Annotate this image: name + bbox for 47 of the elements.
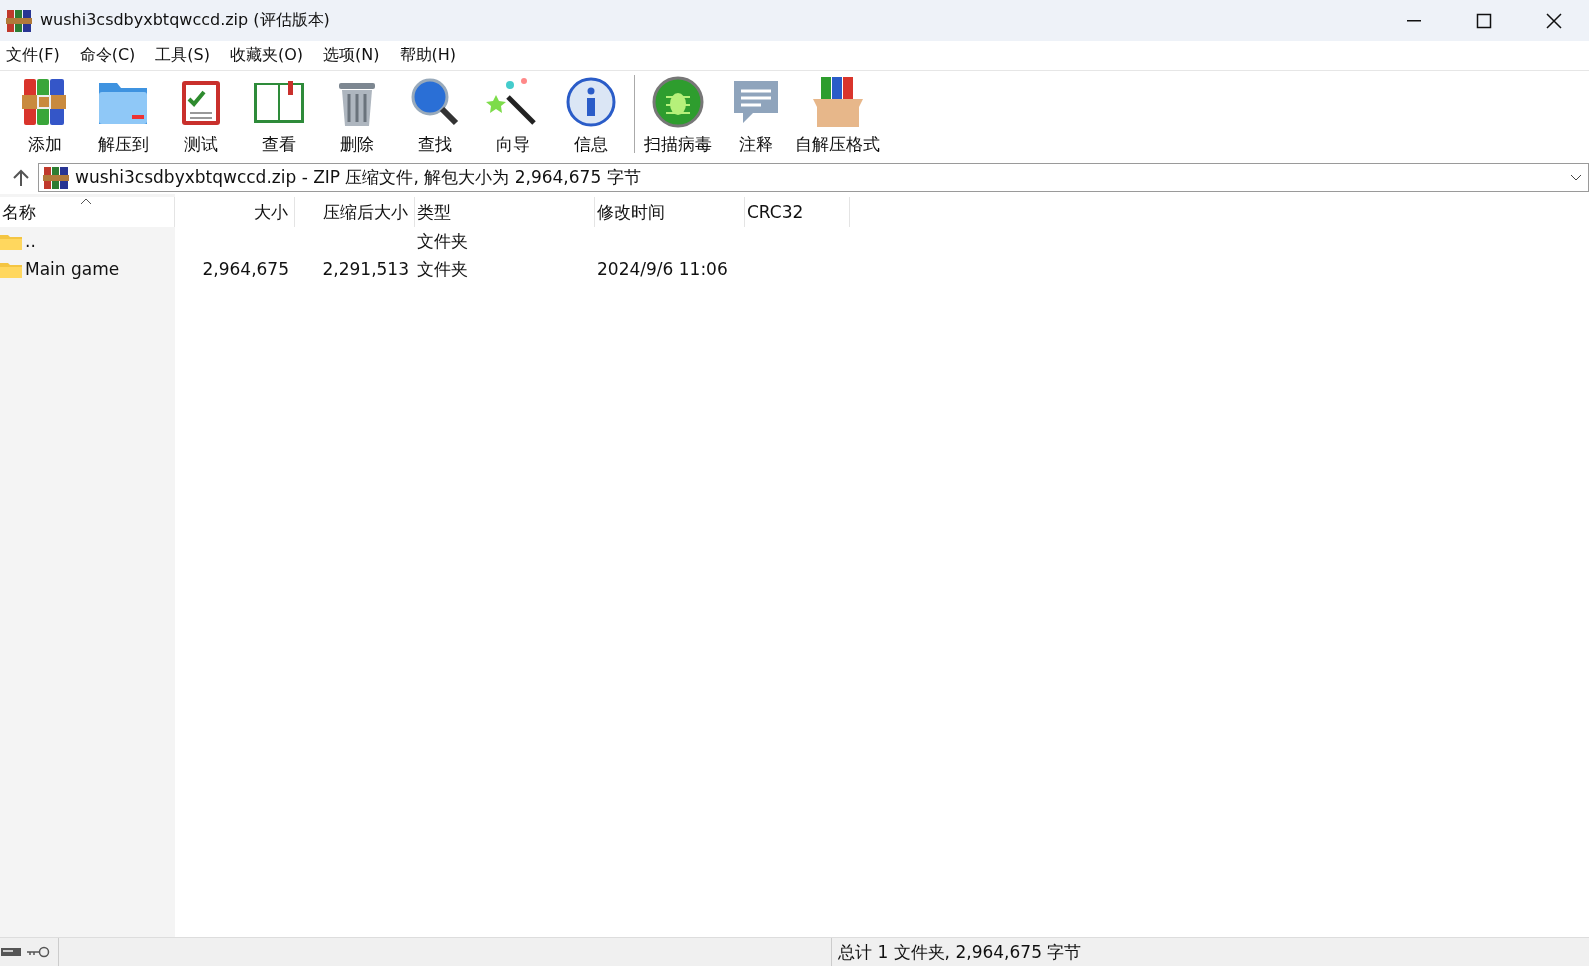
column-header[interactable]: 大小 xyxy=(175,197,295,227)
maximize-icon xyxy=(1476,12,1492,29)
close-icon xyxy=(1546,12,1562,29)
menu-item[interactable]: 工具(S) xyxy=(149,45,218,66)
drive-icon xyxy=(0,946,22,958)
up-arrow-icon[interactable] xyxy=(12,168,30,187)
table-cell-text: 文件夹 xyxy=(416,229,469,253)
folder-icon xyxy=(0,232,22,250)
toolbar-button[interactable]: 查找 xyxy=(396,71,474,159)
column-header[interactable]: 修改时间 xyxy=(595,197,745,227)
key-icon xyxy=(26,946,50,958)
table-cell-text: 2,291,513 xyxy=(321,259,410,279)
menu-item[interactable]: 文件(F) xyxy=(0,45,68,66)
column-header[interactable]: 类型 xyxy=(415,197,595,227)
toolbar-button[interactable]: 信息 xyxy=(552,71,630,159)
menu-item[interactable]: 帮助(H) xyxy=(393,45,465,66)
file-name[interactable]: Main game xyxy=(25,259,120,279)
toolbar-button[interactable]: 向导 xyxy=(474,71,552,159)
toolbar-button[interactable]: 查看 xyxy=(240,71,318,159)
toolbar-button[interactable]: 注释 xyxy=(717,71,795,159)
table-cell-text: 2,964,675 xyxy=(201,259,290,279)
file-name[interactable]: .. xyxy=(25,231,36,251)
column-header[interactable]: 名称 xyxy=(0,197,175,227)
bug-icon xyxy=(651,75,705,129)
status-text: 总计 1 文件夹, 2,964,675 字节 xyxy=(831,938,1082,966)
minimize-icon xyxy=(1406,19,1422,22)
table-cell-text: 文件夹 xyxy=(416,257,469,281)
toolbar-button[interactable]: 自解压格式 xyxy=(795,71,880,159)
box-books-icon xyxy=(810,75,865,129)
archive-books-icon xyxy=(43,164,69,191)
dropdown-caret-icon[interactable] xyxy=(1570,173,1582,182)
archive-books-icon xyxy=(6,7,32,34)
table-cell-text: 2024/9/6 11:06 xyxy=(596,259,729,279)
menu-item[interactable]: 选项(N) xyxy=(317,45,388,66)
window-title: wushi3csdbyxbtqwccd.zip (评估版本) xyxy=(40,10,331,31)
toolbar-button[interactable]: 添加 xyxy=(6,71,84,159)
folder-icon xyxy=(0,260,22,278)
toolbar-button[interactable]: 删除 xyxy=(318,71,396,159)
toolbar-button[interactable]: 测试 xyxy=(162,71,240,159)
toolbar-button[interactable]: 扫描病毒 xyxy=(639,71,717,159)
address-field[interactable]: wushi3csdbyxbtqwccd.zip - ZIP 压缩文件, 解包大小为 2,964,675 字节 xyxy=(38,163,1589,192)
menu-item[interactable]: 命令(C) xyxy=(73,45,144,66)
column-header[interactable]: CRC32 xyxy=(745,197,850,227)
column-header[interactable]: 压缩后大小 xyxy=(295,197,415,227)
info-icon xyxy=(564,75,618,129)
menu-item[interactable]: 收藏夹(O) xyxy=(224,45,312,66)
toolbar-button[interactable]: 解压到 xyxy=(84,71,162,159)
